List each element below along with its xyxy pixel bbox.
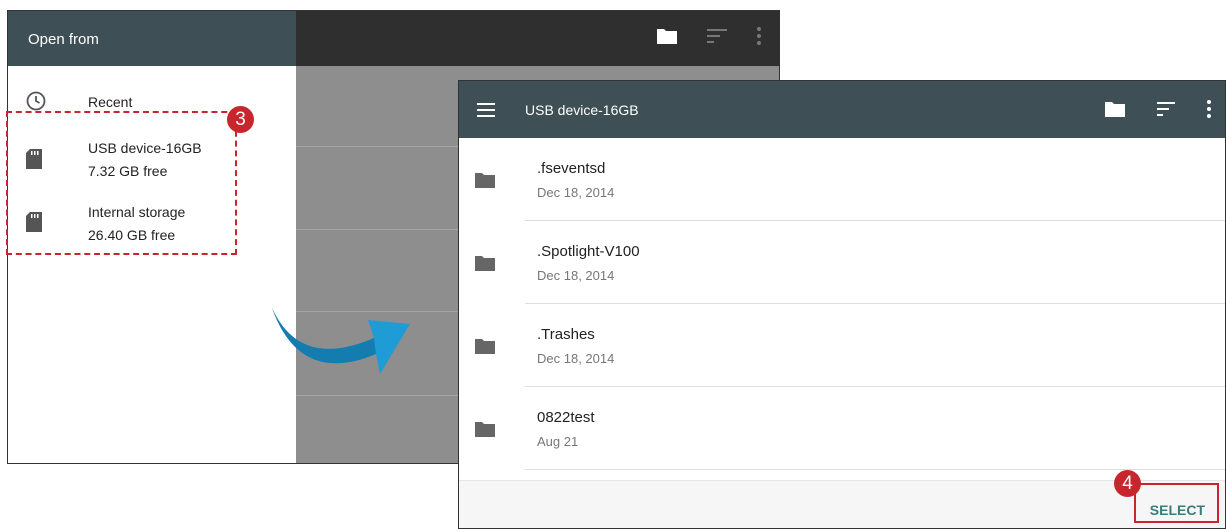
select-button[interactable]: SELECT [1150, 502, 1205, 518]
file-name: .Spotlight-V100 [537, 243, 640, 260]
more-vert-icon[interactable] [1207, 100, 1211, 123]
drawer-title: Open from [8, 11, 296, 66]
drawer-item-label: Recent [88, 94, 133, 110]
toolbar: USB device-16GB [459, 81, 1225, 138]
usb-file-browser-screen: USB device-16GB .fseventsd Dec 18, 2014 [458, 80, 1226, 529]
file-date: Dec 18, 2014 [537, 351, 615, 366]
toolbar-title: USB device-16GB [525, 102, 639, 118]
file-date: Dec 18, 2014 [537, 268, 615, 283]
file-row[interactable]: .fseventsd Dec 18, 2014 [459, 138, 1225, 221]
bottom-action-bar [459, 480, 1225, 528]
sort-icon[interactable] [707, 29, 727, 48]
more-vert-icon[interactable] [757, 27, 761, 50]
file-row[interactable]: .Trashes Dec 18, 2014 [459, 304, 1225, 387]
folder-icon[interactable] [1105, 101, 1125, 122]
file-name: 0822test [537, 409, 595, 426]
row-divider [525, 469, 1225, 470]
folder-icon[interactable] [657, 28, 677, 49]
file-row[interactable]: .Spotlight-V100 Dec 18, 2014 [459, 221, 1225, 304]
step-3-badge: 3 [227, 106, 254, 133]
file-date: Dec 18, 2014 [537, 185, 615, 200]
file-date: Aug 21 [537, 434, 579, 449]
highlight-box-storage [6, 111, 237, 255]
sort-icon[interactable] [1157, 102, 1175, 121]
transition-arrow-icon [272, 308, 410, 374]
step-4-badge: 4 [1114, 470, 1141, 497]
file-row[interactable]: 0822test Aug 21 [459, 387, 1225, 470]
folder-icon [475, 172, 495, 193]
folder-icon [475, 421, 495, 442]
folder-icon [475, 255, 495, 276]
menu-icon[interactable] [477, 103, 495, 122]
folder-icon [475, 338, 495, 359]
file-name: .fseventsd [537, 160, 606, 177]
file-name: .Trashes [537, 326, 595, 343]
